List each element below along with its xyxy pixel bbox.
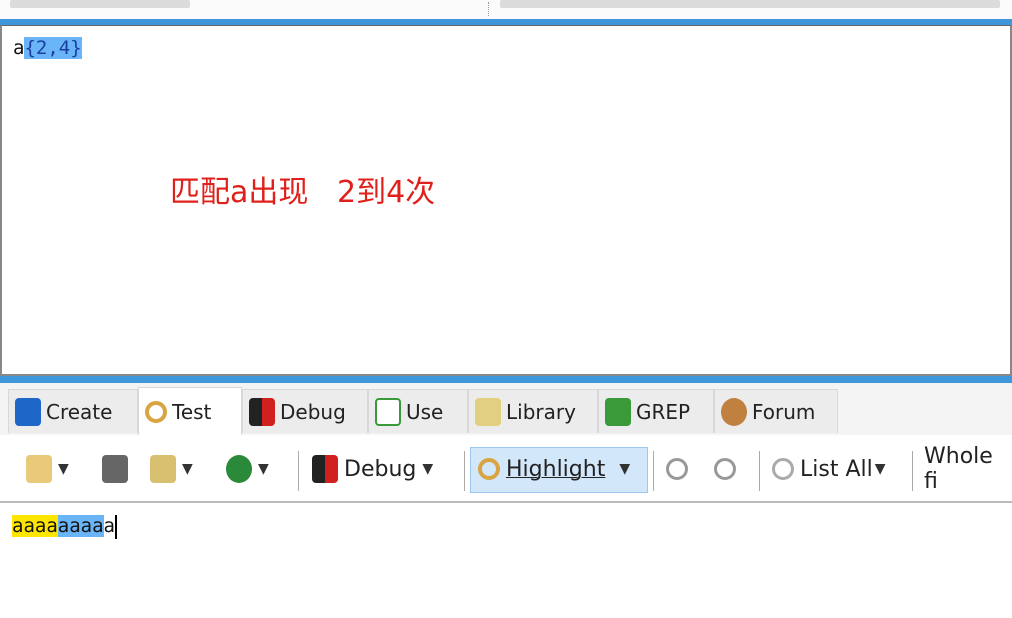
tab-test[interactable]: Test (138, 387, 242, 435)
tab-label: Create (46, 399, 113, 424)
tab-create[interactable]: Create (8, 389, 138, 433)
dropdown-arrow-icon[interactable]: ▼ (875, 461, 886, 477)
regex-quantifier: {2,4} (24, 37, 82, 59)
splitter[interactable] (0, 376, 1012, 383)
debug-button[interactable]: Debug ▼ (312, 449, 433, 489)
debug-bug-icon (312, 455, 338, 483)
separator (653, 451, 654, 491)
magnifier-icon (772, 458, 794, 480)
unmatched-text: a (103, 515, 115, 537)
match-highlight-1: aaaa (12, 515, 58, 537)
dropdown-arrow-icon[interactable]: ▼ (182, 461, 193, 477)
highlight-label: Highlight (506, 456, 606, 482)
use-icon (375, 397, 401, 426)
magnifier-icon (145, 400, 167, 423)
dropdown-arrow-icon[interactable]: ▼ (422, 461, 433, 477)
tab-label: Library (506, 399, 576, 424)
library-icon (475, 397, 501, 426)
separator (488, 2, 489, 16)
debug-label: Debug (344, 456, 417, 482)
tab-label: GREP (636, 399, 691, 424)
text-caret (114, 514, 117, 539)
dropdown-arrow-icon[interactable]: ▼ (58, 461, 69, 477)
forum-icon (721, 397, 747, 426)
debug-bug-icon (249, 397, 275, 426)
whole-file-button[interactable]: Whole fi (924, 444, 1012, 494)
tab-debug[interactable]: Debug (242, 389, 368, 433)
tab-grep[interactable]: GREP (598, 389, 714, 433)
tab-bar: Create Test Debug Use Library GREP Forum (0, 383, 1012, 435)
list-all-label: List All (800, 456, 873, 482)
separator (298, 451, 299, 491)
blurred-text (10, 0, 190, 8)
highlight-button-content[interactable]: Highlight ▼ (478, 449, 630, 489)
separator (464, 451, 465, 491)
test-toolbar: ▼ ▼ ▼ Debug ▼ Highlight ▼ List All ▼ Whole … (0, 435, 1012, 503)
zoom-next-icon (714, 458, 736, 480)
regex-text: a{2,4} (13, 37, 82, 59)
tab-label: Forum (752, 399, 816, 424)
grep-icon (605, 397, 631, 426)
web-button[interactable]: ▼ (226, 449, 269, 489)
floppy-icon (102, 455, 128, 483)
paste-button[interactable]: ▼ (150, 449, 193, 489)
save-button[interactable] (102, 449, 128, 489)
tab-label: Test (172, 399, 212, 424)
separator (912, 451, 913, 491)
regex-literal: a (13, 37, 25, 59)
globe-icon (226, 455, 252, 483)
whole-file-label: Whole fi (924, 444, 993, 494)
tab-forum[interactable]: Forum (714, 389, 838, 433)
annotation-text: 匹配a出现 2到4次 (170, 175, 436, 210)
subject-text-editor[interactable]: aaaaaaaaa (12, 513, 117, 539)
tab-library[interactable]: Library (468, 389, 598, 433)
magnifier-icon (478, 458, 500, 480)
regex-editor[interactable]: a{2,4} 匹配a出现 2到4次 (0, 25, 1012, 376)
folder-icon (26, 455, 52, 483)
tab-label: Debug (280, 399, 346, 424)
list-all-button[interactable]: List All ▼ (772, 449, 886, 489)
tab-label: Use (406, 399, 444, 424)
previous-match-button[interactable] (666, 449, 688, 489)
dropdown-arrow-icon[interactable]: ▼ (258, 461, 269, 477)
dropdown-arrow-icon[interactable]: ▼ (619, 461, 630, 477)
open-button[interactable]: ▼ (26, 449, 69, 489)
create-icon (15, 397, 41, 426)
blurred-text (500, 0, 1000, 8)
next-match-button[interactable] (714, 449, 736, 489)
zoom-previous-icon (666, 458, 688, 480)
top-toolbar-strip (0, 0, 1012, 20)
separator (759, 451, 760, 491)
match-highlight-2: aaaa (57, 515, 104, 537)
tab-use[interactable]: Use (368, 389, 468, 433)
clipboard-icon (150, 455, 176, 483)
